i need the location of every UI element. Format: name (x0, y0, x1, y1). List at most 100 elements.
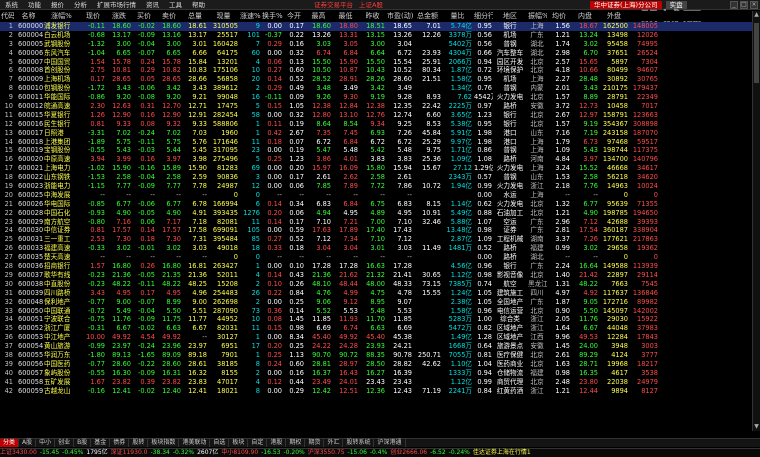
column-header[interactable]: 买价 (132, 11, 156, 21)
tab-17[interactable]: 股转系统 (343, 439, 375, 447)
table-row[interactable]: 36 600053 中江地产 10.00 49.92 4.54 49.92 -- 30127 1 0… (0, 333, 752, 342)
table-row[interactable]: 1 600000 浦发银行 -0.11 18.60 -0.02 18.60 18.61 3105… (0, 22, 752, 31)
table-row[interactable]: 15 600019 宝钢股份 -0.55 5.43 -0.03 5.44 5.45 317095… (0, 146, 752, 155)
table-row[interactable]: 16 600020 中原高速 3.94 3.99 0.16 3.97 3.98 275496 5 0… (0, 155, 752, 164)
menu-item-5[interactable]: 资讯 (141, 0, 164, 10)
table-row[interactable]: 35 600052 浙江广厦 -0.31 6.67 -0.02 6.63 6.67 82031 1… (0, 324, 752, 333)
column-header[interactable]: 内盘 (571, 11, 599, 21)
column-header[interactable]: 名称 (14, 11, 43, 21)
tab-7[interactable]: 股转 (129, 439, 149, 447)
tab-4[interactable]: B股 (74, 439, 92, 447)
menu-item-4[interactable]: 扩展市场行情 (92, 0, 141, 10)
table-row[interactable]: 8 600010 包钢股份 -1.72 3.43 -0.06 3.42 3.43 389612 2… (0, 84, 752, 93)
table-row[interactable]: 30 600038 中直股份 -0.23 48.22 -0.11 48.22 48.25 152… (0, 280, 752, 289)
scroll-down-icon[interactable]: ▼ (753, 423, 760, 431)
table-row[interactable]: 3 600005 武钢股份 -1.32 3.00 -0.04 3.00 3.01 160428 7… (0, 40, 752, 49)
menu-item-2[interactable]: 报价 (46, 0, 69, 10)
table-row[interactable]: 21 600026 华电国际 -0.85 6.77 -0.06 6.77 6.78 166994… (0, 200, 752, 209)
scroll-thumb[interactable] (754, 23, 759, 83)
column-header[interactable]: 换手% (261, 11, 283, 21)
tab-10[interactable]: 自选 (210, 439, 230, 447)
column-header[interactable]: 最低 (332, 11, 359, 21)
table-row[interactable]: 33 600050 中国联通 -0.72 5.49 -0.04 5.50 5.51 287090… (0, 307, 752, 316)
table-row[interactable]: 26 600033 福建高速 -0.33 3.02 -0.01 3.02 3.03 49018 1… (0, 244, 752, 253)
table-row[interactable]: 18 600022 山东钢铁 -1.53 2.58 -0.04 2.58 2.59 90836 3… (0, 173, 752, 182)
menu-item-6[interactable]: 工具 (164, 0, 187, 10)
table-row[interactable]: 6 600008 首创股份 2.75 10.81 0.29 10.82 10.83 175106… (0, 66, 752, 75)
column-header[interactable]: 现价 (80, 11, 106, 21)
column-header[interactable]: 市盈(动) (386, 11, 413, 21)
table-row[interactable]: 27 600035 楚天高速 -- -- -- -- -- 0 0 -- -- -- -- -- -- 0.00… (0, 253, 752, 262)
table-row[interactable]: 25 600031 三一重工 2.53 7.30 0.18 7.30 7.31 395484 85… (0, 235, 752, 244)
column-header[interactable]: 总金额 (413, 11, 442, 21)
column-header[interactable]: 地区 (493, 11, 527, 21)
tab-9[interactable]: 港美联动 (179, 439, 211, 447)
tab-11[interactable]: 板块 (229, 439, 249, 447)
maximize-icon[interactable]: □ (740, 1, 748, 9)
table-row[interactable]: 7 600009 上海机场 0.17 28.65 0.05 28.65 28.66 56858 2… (0, 75, 752, 84)
table-row[interactable]: 42 600059 古越龙山 -0.16 12.41 -0.02 12.40 12.41 180… (0, 387, 752, 396)
column-header[interactable]: 昨收 (359, 11, 386, 21)
column-header[interactable]: 外盘 (599, 11, 629, 21)
table-row[interactable]: 13 600017 日照港 -3.31 7.02 -0.24 7.02 7.03 1960 1 0.… (0, 129, 752, 138)
tab-18[interactable]: 沪深港通 (374, 439, 406, 447)
table-row[interactable]: 12 600016 民生银行 0.81 9.33 0.08 9.32 9.33 588806 1 0… (0, 120, 752, 129)
column-header[interactable]: 总量 (182, 11, 208, 21)
table-row[interactable]: 29 600037 歌华有线 -0.23 21.36 -0.05 21.35 21.36 520… (0, 271, 752, 280)
table-row[interactable]: 4 600006 东风汽车 -1.04 6.65 -0.07 6.65 6.66 64175 60… (0, 49, 752, 58)
table-row[interactable]: 38 600055 华润万东 -1.80 89.13 -1.65 89.09 89.18 790… (0, 351, 752, 360)
column-header[interactable]: 细分行业 (473, 11, 493, 21)
tab-12[interactable]: 自定 (248, 439, 268, 447)
column-header[interactable]: 今开 (283, 11, 305, 21)
column-header[interactable]: 涨跌 (106, 11, 132, 21)
table-row[interactable]: 14 600018 上港集团 -1.89 5.75 -0.11 5.75 5.76 171646… (0, 138, 752, 147)
table-row[interactable]: 5 600007 中国国贸 1.54 15.78 0.24 15.78 15.84 13201 4… (0, 58, 752, 67)
table-row[interactable]: 9 600011 华能国际 -0.86 9.20 -0.08 9.20 9.21 99048 16… (0, 93, 752, 102)
table-row[interactable]: 22 600028 中国石化 -0.93 4.90 -0.05 4.90 4.91 393435… (0, 209, 752, 218)
menu-item-3[interactable]: 分析 (69, 0, 92, 10)
table-row[interactable]: 32 600048 保利地产 -0.77 9.00 -0.07 8.99 9.00 262698… (0, 298, 752, 307)
column-header[interactable]: 量比 (442, 11, 473, 21)
tab-5[interactable]: 基金 (91, 439, 111, 447)
column-header[interactable]: 卖价 (156, 11, 182, 21)
table-row[interactable]: 37 600054 黄山旅游 -0.99 23.97 -0.24 23.96 23.97 695… (0, 342, 752, 351)
table-row[interactable]: 31 600039 四川路桥 3.43 4.95 0.17 4.95 4.96 254483 26… (0, 289, 752, 298)
table-row[interactable]: 11 600015 华夏银行 1.26 12.90 0.16 12.90 12.91 28245… (0, 111, 752, 120)
tab-3[interactable]: 创业 (55, 439, 75, 447)
column-header[interactable]: 现量 (208, 11, 239, 21)
tab-6[interactable]: 债券 (110, 439, 130, 447)
column-header[interactable]: 涨幅% (43, 11, 80, 21)
column-header[interactable]: 最高 (305, 11, 332, 21)
minimize-icon[interactable]: _ (730, 1, 738, 9)
tab-16[interactable]: 外汇 (324, 439, 344, 447)
top-center-link-0[interactable]: 证券交易平台 (314, 1, 353, 9)
vertical-scrollbar[interactable]: ▲ ▼ (752, 11, 760, 431)
tab-1[interactable]: A股 (19, 439, 37, 447)
tab-0[interactable]: 分类 (0, 439, 20, 447)
table-row[interactable]: 39 600056 中国医药 -0.77 28.60 -0.22 28.60 28.61 381… (0, 360, 752, 369)
column-header[interactable]: 振幅% (527, 11, 547, 21)
close-icon[interactable]: × (750, 1, 758, 9)
table-row[interactable]: 17 600021 上海电力 -1.02 15.90 -0.16 15.89 15.90 812… (0, 164, 752, 173)
table-row[interactable]: 10 600012 皖通高速 2.30 12.63 0.31 12.70 12.71 17475… (0, 102, 752, 111)
scroll-up-icon[interactable]: ▲ (753, 11, 760, 19)
tab-13[interactable]: 港股 (267, 439, 287, 447)
top-center-link-1[interactable]: 上证A股 (359, 1, 383, 9)
table-row[interactable]: 41 600058 五矿发展 1.67 23.82 0.39 23.82 23.83 47017… (0, 378, 752, 387)
menu-item-0[interactable]: 系统 (0, 0, 23, 10)
column-header[interactable]: 均价 (547, 11, 571, 21)
tab-14[interactable]: 期权 (286, 439, 306, 447)
table-row[interactable]: 24 600030 中信证券 0.81 17.57 0.14 17.57 17.58 69909… (0, 226, 752, 235)
table-row[interactable]: 40 600057 象屿股份 -0.55 16.30 -0.09 16.31 16.32 815… (0, 369, 752, 378)
menu-item-7[interactable]: 帮助 (187, 0, 210, 10)
column-header[interactable]: 代码 (0, 11, 14, 21)
column-header[interactable]: 涨速% (239, 11, 261, 21)
table-row[interactable]: 19 600023 浙能电力 -1.15 7.77 -0.09 7.77 7.78 24987 1… (0, 182, 752, 191)
tab-2[interactable]: 中小 (36, 439, 56, 447)
table-row[interactable]: 20 600025 中海发展 -- -- -- -- -- 0 0 -- -- -- -- -- -- 0.00… (0, 191, 752, 200)
table-row[interactable]: 2 600004 白云机场 -0.68 13.17 -0.09 13.16 13.17 2551… (0, 31, 752, 40)
table-row[interactable]: 28 600036 招商银行 1.57 16.80 0.26 16.80 16.81 26342… (0, 262, 752, 271)
table-row[interactable]: 23 600029 南方航空 -0.80 7.16 0.06 7.17 7.18 82081 11… (0, 218, 752, 227)
menu-item-1[interactable]: 功能 (23, 0, 46, 10)
table-row[interactable]: 34 600051 宁波联合 -0.75 11.76 -0.09 11.75 11.77 449… (0, 315, 752, 324)
